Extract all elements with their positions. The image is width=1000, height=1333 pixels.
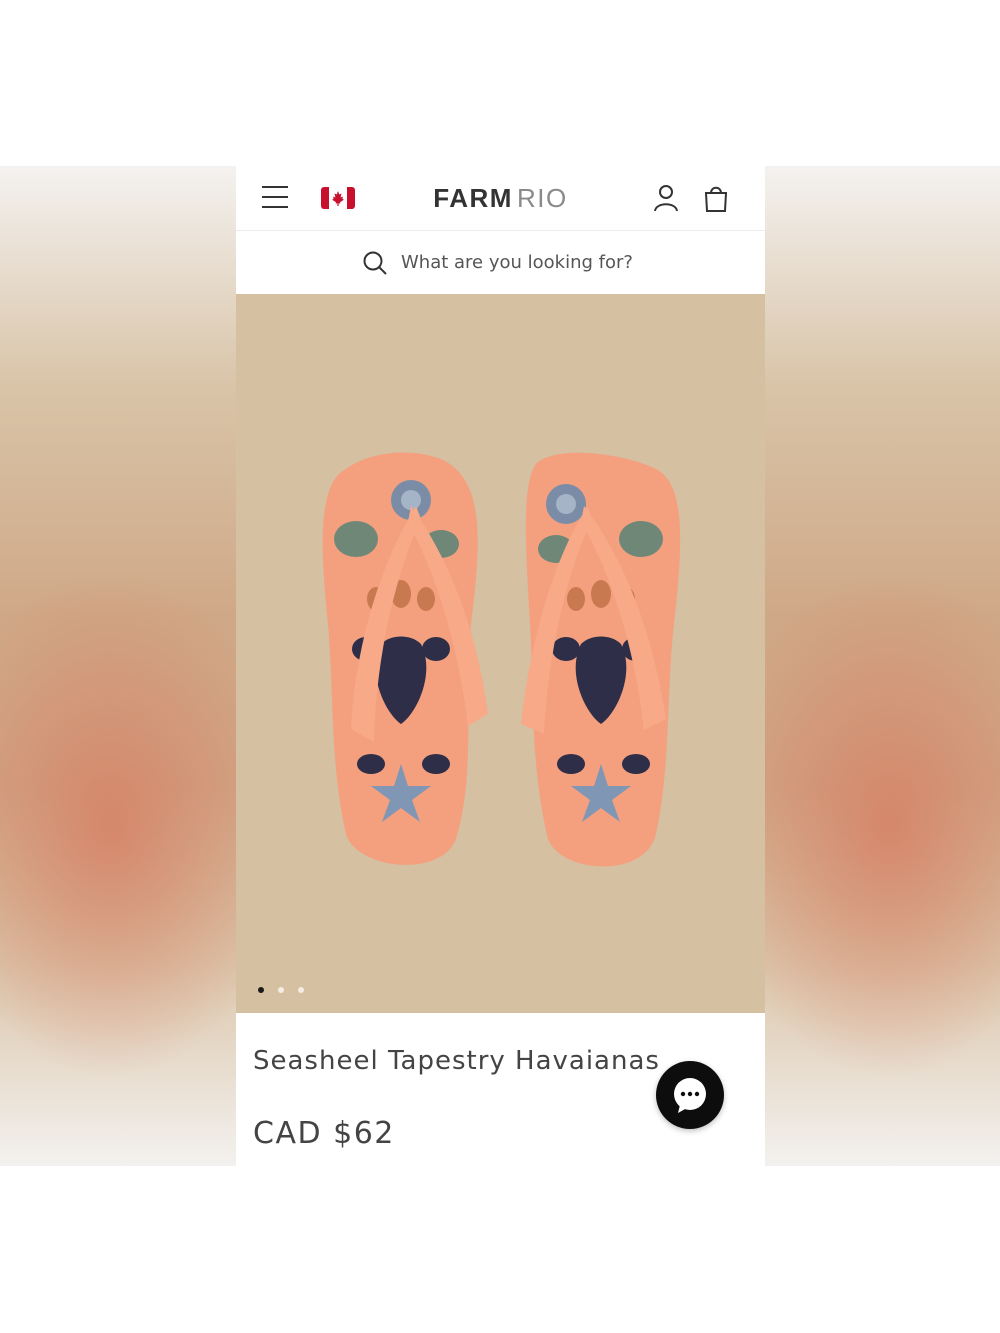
- carousel-dot[interactable]: [298, 987, 304, 993]
- flip-flops-image: [322, 452, 681, 867]
- search-icon: [363, 251, 387, 275]
- user-icon[interactable]: [651, 183, 681, 213]
- product-image-gallery[interactable]: [236, 294, 765, 1013]
- chat-button[interactable]: [656, 1061, 724, 1129]
- search-bar[interactable]: What are you looking for?: [236, 231, 765, 294]
- right-sandal: [521, 452, 681, 867]
- carousel-dot[interactable]: [278, 987, 284, 993]
- shopping-bag-icon[interactable]: [702, 183, 730, 213]
- search-placeholder: What are you looking for?: [401, 252, 633, 273]
- brand-sub: RIO: [516, 183, 568, 213]
- top-navigation-bar: FARM RIO: [236, 166, 765, 231]
- mobile-page: FARM RIO What are you looking for? Seash…: [236, 166, 765, 1166]
- product-price: CAD $62: [253, 1116, 395, 1151]
- carousel-indicators: [258, 978, 318, 997]
- product-title: Seasheel Tapestry Havaianas: [253, 1046, 660, 1076]
- brand-logo[interactable]: FARM RIO: [236, 183, 765, 214]
- chat-bubble-icon: [674, 1078, 706, 1113]
- left-sandal: [322, 452, 488, 865]
- carousel-dot[interactable]: [258, 987, 264, 993]
- brand-main: FARM: [433, 183, 513, 213]
